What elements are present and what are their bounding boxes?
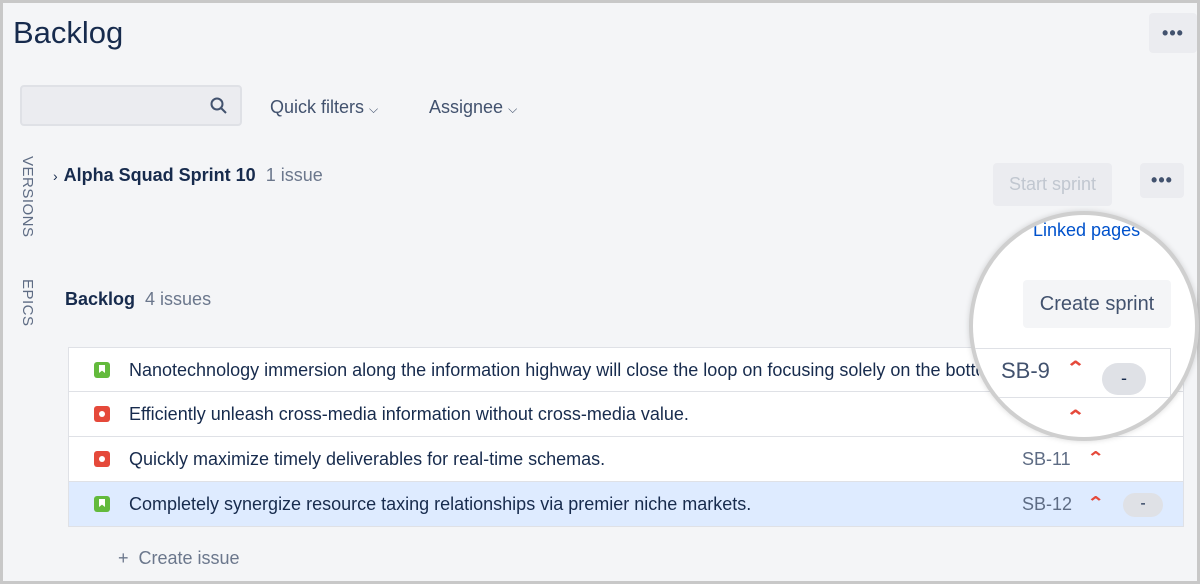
create-issue-button[interactable]: + Create issue (118, 548, 240, 569)
search-input[interactable] (20, 85, 242, 126)
plus-icon: + (118, 548, 129, 568)
versions-tab[interactable]: VERSIONS (19, 156, 36, 238)
assignee-label: Assignee (429, 97, 504, 117)
issue-summary: Completely synergize resource taxing rel… (129, 494, 752, 514)
chevron-right-icon[interactable]: › (53, 168, 58, 184)
search-icon (210, 97, 227, 114)
estimate-badge[interactable]: - (1123, 493, 1163, 517)
assignee-dropdown[interactable]: Assignee ⌵ (429, 97, 517, 118)
chevron-down-icon: ⌵ (369, 102, 379, 116)
bug-icon (94, 406, 110, 422)
linked-pages-link[interactable]: Linked pages (1033, 220, 1140, 241)
start-sprint-button[interactable]: Start sprint (993, 163, 1112, 206)
sprint-header[interactable]: › Alpha Squad Sprint 10 1 issue (53, 165, 323, 186)
magnifier-lens: Linked pages Create sprint SB-9 ⌃ - ⌃ (969, 211, 1199, 441)
story-icon (94, 496, 110, 512)
quick-filters-label: Quick filters (270, 97, 365, 117)
issue-key[interactable]: SB-9 (1001, 358, 1050, 384)
more-actions-button[interactable]: ••• (1149, 13, 1197, 53)
issue-row[interactable]: Quickly maximize timely deliverables for… (68, 437, 1184, 482)
page-title: Backlog (13, 15, 124, 50)
priority-highest-icon: ⌃ (1065, 358, 1086, 378)
backlog-name: Backlog (65, 289, 136, 309)
sprint-more-button[interactable]: ••• (1140, 163, 1184, 198)
sprint-issue-count: 1 issue (265, 165, 323, 185)
issue-key[interactable]: SB-12 (1022, 482, 1072, 526)
issue-summary: Quickly maximize timely deliverables for… (129, 449, 606, 469)
priority-highest-icon: ⌃ (1086, 495, 1105, 512)
bug-icon (94, 451, 110, 467)
create-issue-label: Create issue (138, 548, 240, 568)
sprint-name: Alpha Squad Sprint 10 (63, 165, 256, 185)
issue-summary: Nanotechnology immersion along the infor… (129, 360, 979, 380)
estimate-badge[interactable]: - (1102, 363, 1146, 395)
issue-key[interactable]: SB-11 (1022, 437, 1071, 481)
backlog-header: Backlog 4 issues (65, 289, 211, 310)
priority-highest-icon: ⌃ (1065, 407, 1086, 427)
issue-summary: Efficiently unleash cross-media informat… (129, 404, 689, 424)
epics-tab[interactable]: EPICS (19, 279, 36, 327)
backlog-issue-count: 4 issues (145, 289, 212, 309)
priority-highest-icon: ⌃ (1086, 450, 1105, 467)
chevron-down-icon: ⌵ (508, 102, 518, 116)
quick-filters-dropdown[interactable]: Quick filters ⌵ (270, 97, 378, 118)
issue-row-selected[interactable]: Completely synergize resource taxing rel… (68, 482, 1184, 527)
create-sprint-button[interactable]: Create sprint (1023, 280, 1171, 328)
story-icon (94, 362, 110, 378)
